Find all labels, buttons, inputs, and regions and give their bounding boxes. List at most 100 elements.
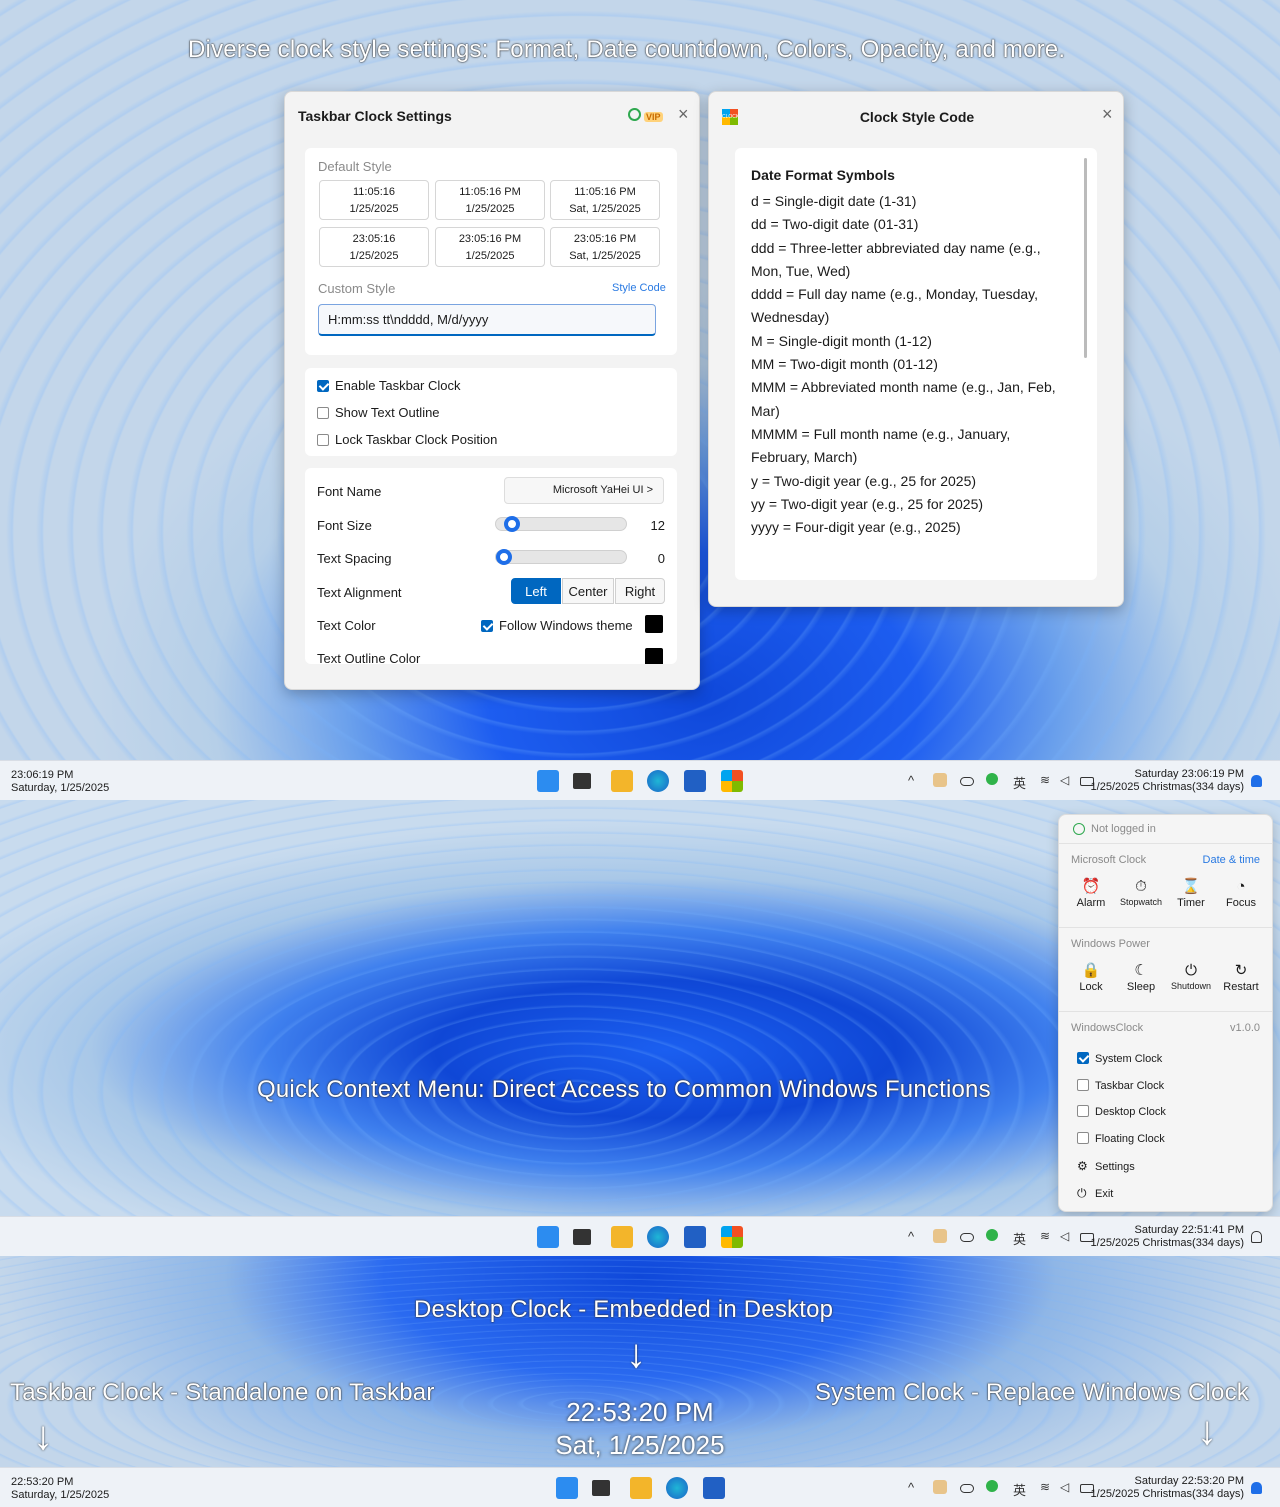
timer-button[interactable]: ⌛ Timer	[1167, 877, 1215, 909]
tray-overflow-icon[interactable]: ^	[908, 1480, 914, 1495]
outline-color-swatch[interactable]	[645, 648, 663, 664]
shutdown-button[interactable]: ⏻ Shutdown	[1167, 961, 1215, 991]
checkbox-icon[interactable]	[481, 620, 493, 632]
login-status[interactable]: Not logged in	[1091, 823, 1156, 835]
font-name-button[interactable]: Microsoft YaHei UI >	[504, 477, 664, 504]
cloud-icon[interactable]	[960, 1233, 974, 1242]
cloud-icon[interactable]	[960, 1484, 974, 1493]
checkbox-icon[interactable]	[1077, 1105, 1089, 1117]
text-color-swatch[interactable]	[645, 615, 663, 633]
menu-system-clock[interactable]: System Clock	[1077, 1052, 1162, 1065]
custom-style-input[interactable]: H:mm:ss tt\ndddd, M/d/yyyy	[318, 304, 656, 336]
symbol-line: dddd = Full day name (e.g., Monday, Tues…	[751, 286, 1039, 303]
notification-bell-icon[interactable]	[1251, 1231, 1262, 1243]
file-explorer-icon[interactable]	[630, 1477, 652, 1499]
vip-badge[interactable]: VIP	[644, 112, 663, 122]
cloud-icon[interactable]	[960, 777, 974, 786]
date-time-link[interactable]: Date & time	[1203, 854, 1260, 866]
menu-settings[interactable]: ⚙ Settings	[1077, 1159, 1135, 1173]
lock-button[interactable]: 🔒 Lock	[1067, 961, 1115, 993]
align-left-button[interactable]: Left	[511, 578, 561, 604]
notification-bell-icon[interactable]	[1251, 1482, 1262, 1494]
alarm-button[interactable]: ⏰ Alarm	[1067, 877, 1115, 909]
taskbar-clock[interactable]: 22:53:20 PM Saturday, 1/25/2025	[11, 1476, 109, 1502]
preset-style-button[interactable]: 11:05:16 PM Sat, 1/25/2025	[550, 180, 660, 220]
wifi-icon[interactable]: ≋	[1040, 1229, 1050, 1243]
file-explorer-icon[interactable]	[611, 770, 633, 792]
wifi-icon[interactable]: ≋	[1040, 1480, 1050, 1494]
checkbox-icon[interactable]	[1077, 1132, 1089, 1144]
check-show-text-outline[interactable]: Show Text Outline	[317, 405, 440, 420]
ime-icon[interactable]: 英	[1013, 1229, 1026, 1248]
store-icon[interactable]	[684, 770, 706, 792]
wechat-icon[interactable]	[986, 1229, 998, 1241]
clock-app-icon[interactable]	[721, 1226, 743, 1248]
start-icon[interactable]	[537, 770, 559, 792]
file-explorer-icon[interactable]	[611, 1226, 633, 1248]
check-enable-taskbar-clock[interactable]: Enable Taskbar Clock	[317, 378, 461, 393]
desktop-clock[interactable]: 22:53:20 PM Sat, 1/25/2025	[540, 1396, 740, 1462]
preset-style-button[interactable]: 11:05:16 1/25/2025	[319, 180, 429, 220]
checkbox-icon[interactable]	[317, 380, 329, 392]
user-icon[interactable]	[628, 108, 641, 121]
ime-icon[interactable]: 英	[1013, 1480, 1026, 1499]
system-clock[interactable]: Saturday 22:51:41 PM 1/25/2025 Christmas(…	[1091, 1224, 1244, 1250]
taskbar-clock[interactable]: 23:06:19 PM Saturday, 1/25/2025	[11, 769, 109, 795]
menu-taskbar-clock[interactable]: Taskbar Clock	[1077, 1079, 1164, 1092]
stopwatch-button[interactable]: ⏱ Stopwatch	[1117, 877, 1165, 907]
scrollbar[interactable]	[1084, 158, 1087, 358]
edge-icon[interactable]	[647, 1226, 669, 1248]
ime-icon[interactable]: 英	[1013, 773, 1026, 792]
align-right-button[interactable]: Right	[615, 578, 665, 604]
store-icon[interactable]	[684, 1226, 706, 1248]
preset-style-button[interactable]: 23:05:16 1/25/2025	[319, 227, 429, 267]
volume-icon[interactable]: ◁	[1060, 773, 1069, 787]
tray-overflow-icon[interactable]: ^	[908, 773, 914, 788]
menu-exit[interactable]: ⏻ Exit	[1077, 1186, 1113, 1201]
volume-icon[interactable]: ◁	[1060, 1229, 1069, 1243]
tray-overflow-icon[interactable]: ^	[908, 1229, 914, 1244]
checkbox-icon[interactable]	[1077, 1052, 1089, 1064]
cat-icon[interactable]	[933, 773, 947, 787]
task-view-icon[interactable]	[573, 1229, 591, 1245]
close-icon[interactable]: ×	[1102, 104, 1113, 125]
menu-desktop-clock[interactable]: Desktop Clock	[1077, 1105, 1166, 1118]
check-lock-position[interactable]: Lock Taskbar Clock Position	[317, 432, 497, 447]
checkbox-icon[interactable]	[317, 407, 329, 419]
focus-button[interactable]: ◔ Focus	[1217, 877, 1265, 909]
system-clock[interactable]: Saturday 23:06:19 PM 1/25/2025 Christmas(…	[1091, 768, 1244, 794]
system-clock[interactable]: Saturday 22:53:20 PM 1/25/2025 Christmas(…	[1091, 1475, 1244, 1501]
store-icon[interactable]	[703, 1477, 725, 1499]
edge-icon[interactable]	[647, 770, 669, 792]
volume-icon[interactable]: ◁	[1060, 1480, 1069, 1494]
task-view-icon[interactable]	[592, 1480, 610, 1496]
text-spacing-slider[interactable]	[495, 549, 627, 565]
alarm-icon: ⏰	[1081, 878, 1101, 895]
slider-knob[interactable]	[496, 549, 512, 565]
preset-style-button[interactable]: 23:05:16 PM Sat, 1/25/2025	[550, 227, 660, 267]
follow-theme-check[interactable]: Follow Windows theme	[481, 618, 633, 633]
start-icon[interactable]	[556, 1477, 578, 1499]
notification-bell-icon[interactable]	[1251, 775, 1262, 787]
restart-button[interactable]: ↻ Restart	[1217, 961, 1265, 993]
preset-style-button[interactable]: 11:05:16 PM 1/25/2025	[435, 180, 545, 220]
task-view-icon[interactable]	[573, 773, 591, 789]
align-center-button[interactable]: Center	[562, 578, 614, 604]
wifi-icon[interactable]: ≋	[1040, 773, 1050, 787]
preset-style-button[interactable]: 23:05:16 PM 1/25/2025	[435, 227, 545, 267]
slider-knob[interactable]	[504, 516, 520, 532]
clock-app-icon[interactable]	[721, 770, 743, 792]
cat-icon[interactable]	[933, 1229, 947, 1243]
checkbox-icon[interactable]	[317, 434, 329, 446]
menu-floating-clock[interactable]: Floating Clock	[1077, 1132, 1165, 1145]
sleep-button[interactable]: ☾ Sleep	[1117, 961, 1165, 993]
start-icon[interactable]	[537, 1226, 559, 1248]
edge-icon[interactable]	[666, 1477, 688, 1499]
cat-icon[interactable]	[933, 1480, 947, 1494]
font-size-slider[interactable]	[495, 516, 627, 532]
wechat-icon[interactable]	[986, 773, 998, 785]
checkbox-icon[interactable]	[1077, 1079, 1089, 1091]
wechat-icon[interactable]	[986, 1480, 998, 1492]
close-icon[interactable]: ×	[678, 104, 689, 125]
style-code-link[interactable]: Style Code	[612, 282, 666, 294]
